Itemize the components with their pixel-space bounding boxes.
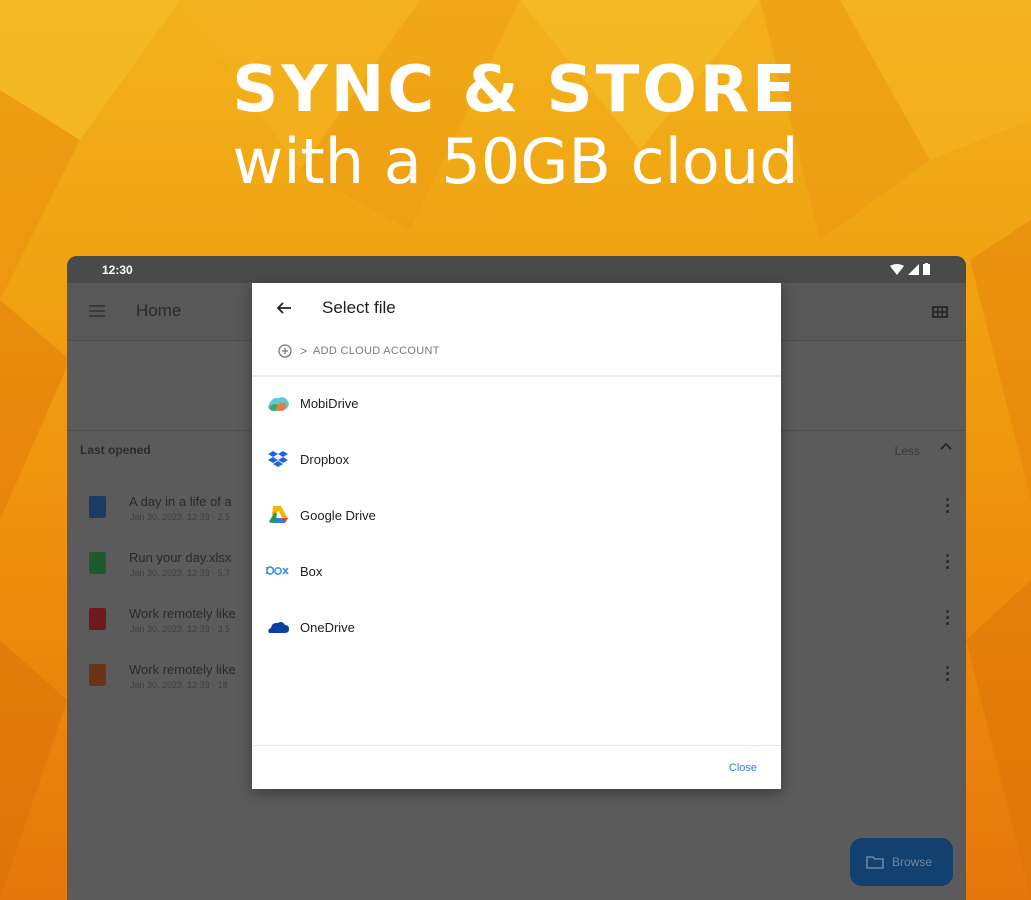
file-name: Work remotely like (129, 606, 236, 621)
folder-icon (866, 856, 884, 869)
more-vert-icon[interactable] (946, 554, 950, 570)
menu-icon[interactable] (89, 305, 105, 317)
google-drive-icon (269, 506, 288, 523)
box-icon (266, 566, 289, 575)
wifi-icon (890, 263, 904, 275)
pdf-icon (89, 608, 106, 630)
dialog-divider (252, 375, 781, 377)
browse-label: Browse (892, 855, 933, 869)
doc-icon (89, 496, 106, 518)
file-meta: Jan 30, 2023, 12:33 · 18 (130, 680, 228, 690)
promo-headline: SYNC & STORE with a 50GB cloud (0, 52, 1031, 200)
browse-button[interactable]: Browse (850, 838, 953, 886)
grid-view-icon[interactable] (932, 306, 948, 318)
battery-icon (923, 263, 930, 275)
ppt-icon (89, 664, 106, 686)
dialog-footer-divider (252, 745, 781, 746)
headline-title: SYNC & STORE (232, 53, 799, 127)
mobidrive-icon (268, 397, 289, 412)
file-meta: Jan 30, 2023, 12:33 · 2.5 (130, 512, 231, 522)
add-cloud-account-label: ADD CLOUD ACCOUNT (313, 345, 440, 357)
less-toggle[interactable]: Less (895, 444, 920, 458)
chevron-right-icon: > (300, 344, 308, 358)
more-vert-icon[interactable] (946, 666, 950, 682)
more-vert-icon[interactable] (946, 498, 950, 514)
status-bar: 12:30 (67, 256, 966, 283)
status-time: 12:30 (102, 263, 133, 277)
add-cloud-icon (278, 344, 292, 358)
back-arrow-icon[interactable] (276, 300, 292, 316)
dialog-title: Select file (322, 298, 396, 317)
provider-onedrive[interactable]: OneDrive (252, 606, 781, 662)
more-vert-icon[interactable] (946, 610, 950, 626)
select-file-dialog: Select file > ADD CLOUD ACCOUNT MobiDriv… (252, 283, 781, 789)
provider-name: Google Drive (300, 508, 376, 523)
provider-name: OneDrive (300, 620, 355, 635)
file-name: A day in a life of a (129, 494, 232, 509)
app-title: Home (136, 301, 182, 320)
sheet-icon (89, 552, 106, 574)
last-opened-heading: Last opened (80, 443, 151, 457)
close-button[interactable]: Close (729, 762, 757, 774)
headline-subtitle: with a 50GB cloud (232, 125, 799, 198)
dropbox-icon (268, 451, 288, 467)
onedrive-icon (268, 621, 289, 633)
provider-mobidrive[interactable]: MobiDrive (252, 382, 781, 438)
provider-name: Box (300, 564, 323, 579)
file-name: Work remotely like (129, 662, 236, 677)
provider-name: MobiDrive (300, 396, 359, 411)
provider-name: Dropbox (300, 452, 350, 467)
signal-icon (908, 263, 919, 275)
provider-box[interactable]: Box (252, 550, 781, 606)
file-meta: Jan 30, 2023, 12:33 · 3.5 (130, 624, 231, 634)
chevron-up-icon[interactable] (940, 442, 952, 450)
file-name: Run your day.xlsx (129, 550, 232, 565)
add-cloud-account[interactable]: > ADD CLOUD ACCOUNT (276, 343, 440, 359)
provider-google-drive[interactable]: Google Drive (252, 494, 781, 550)
file-meta: Jan 30, 2023, 12:33 · 5.7 (130, 568, 231, 578)
provider-dropbox[interactable]: Dropbox (252, 438, 781, 494)
